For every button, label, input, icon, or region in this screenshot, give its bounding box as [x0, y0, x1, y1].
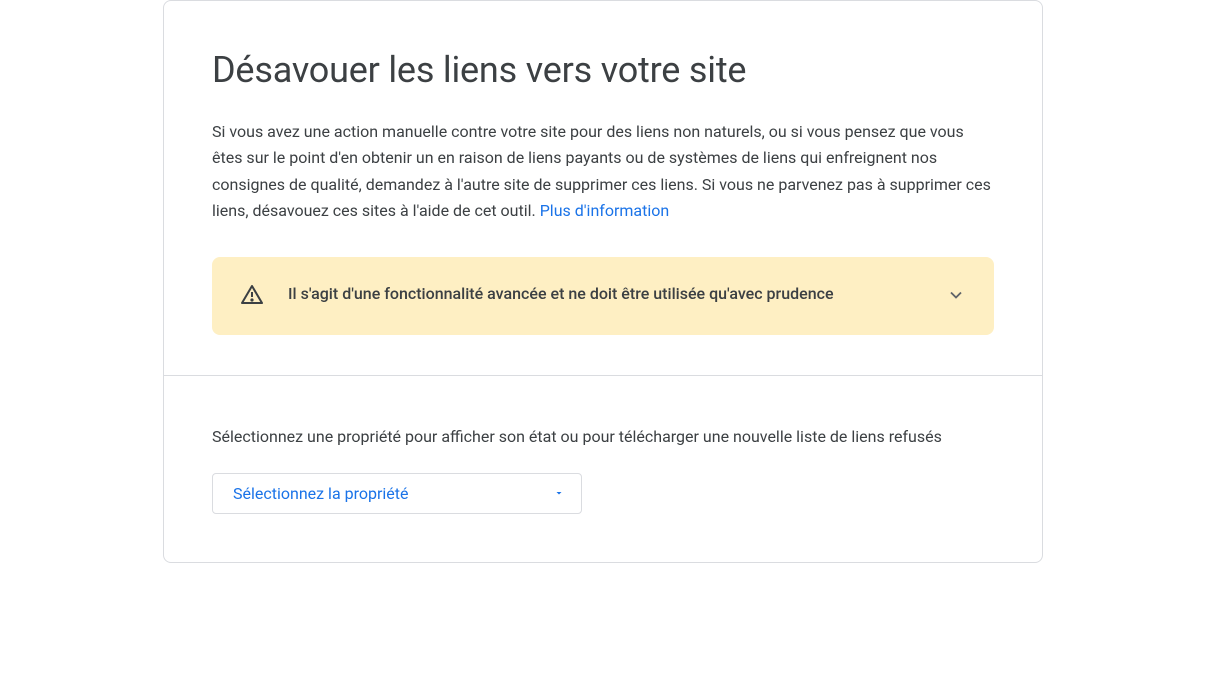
- select-property-dropdown[interactable]: Sélectionnez la propriété: [212, 473, 582, 514]
- intro-section: Désavouer les liens vers votre site Si v…: [164, 1, 1042, 375]
- chevron-down-icon: [946, 281, 970, 309]
- property-instruction: Sélectionnez une propriété pour afficher…: [212, 424, 994, 450]
- more-info-link[interactable]: Plus d'information: [540, 201, 670, 220]
- warning-icon: [240, 281, 264, 311]
- warning-banner[interactable]: Il s'agit d'une fonctionnalité avancée e…: [212, 257, 994, 335]
- dropdown-arrow-icon: [553, 484, 565, 503]
- select-property-label: Sélectionnez la propriété: [233, 484, 408, 503]
- page-title: Désavouer les liens vers votre site: [212, 49, 994, 91]
- warning-text: Il s'agit d'une fonctionnalité avancée e…: [288, 281, 922, 307]
- description-paragraph: Si vous avez une action manuelle contre …: [212, 119, 994, 225]
- disavow-card: Désavouer les liens vers votre site Si v…: [163, 0, 1043, 563]
- property-section: Sélectionnez une propriété pour afficher…: [164, 376, 1042, 563]
